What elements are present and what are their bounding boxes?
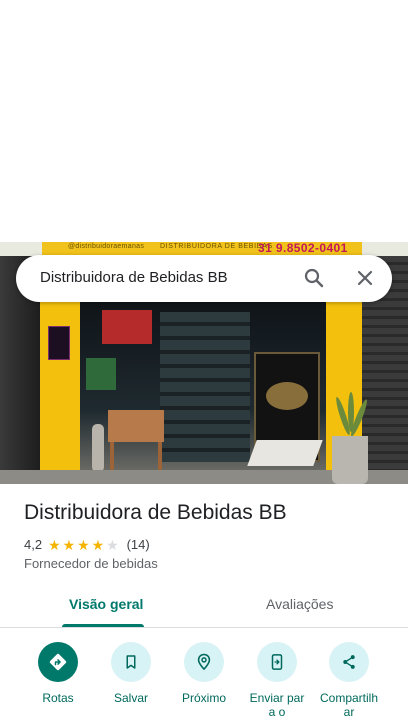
- photo-red-sign: [102, 310, 152, 344]
- star-icon: ★: [62, 536, 76, 553]
- photo-green-box: [86, 358, 116, 390]
- star-icon: ★: [77, 536, 90, 553]
- tab-bar: Visão geral Avaliações: [0, 586, 408, 628]
- search-icon[interactable]: [302, 266, 326, 290]
- star-icon: ★: [48, 536, 61, 553]
- active-tab-indicator: [62, 624, 144, 627]
- nearby-label: Próximo: [181, 691, 226, 705]
- photo-wooden-table: [108, 410, 164, 442]
- directions-label: Rotas: [42, 691, 74, 705]
- review-count: (14): [126, 537, 150, 552]
- tab-overview[interactable]: Visão geral: [69, 596, 143, 612]
- rating-value: 4,2: [24, 537, 43, 552]
- share-label: Compartilhar: [319, 691, 379, 719]
- photo-sign-center: DISTRIBUIDORA DE BEBIDAS: [160, 243, 273, 250]
- rating-row[interactable]: 4,2 ★ ★ ★ ★ ★ (14): [24, 536, 150, 553]
- directions-icon: [38, 642, 78, 682]
- nearby-icon: [184, 642, 224, 682]
- place-title: Distribuidora de Bebidas BB: [24, 501, 287, 524]
- photo-table-legs: [110, 442, 162, 472]
- directions-button[interactable]: Rotas: [21, 640, 95, 705]
- search-query[interactable]: Distribuidora de Bebidas BB: [40, 269, 228, 286]
- close-icon[interactable]: [353, 266, 377, 290]
- photo-sign-handle: @distribuidoraemanas: [68, 243, 145, 250]
- photo-poster: [48, 326, 70, 360]
- photo-sign-phone: 31 9.8502-0401: [258, 242, 348, 255]
- share-icon: [329, 642, 369, 682]
- action-row: Rotas Salvar Próximo Enviar para o Compa…: [0, 640, 408, 726]
- send-to-phone-label: Enviar para o: [249, 691, 305, 719]
- photo-plant: [330, 392, 370, 484]
- send-to-phone-button[interactable]: Enviar para o: [240, 640, 314, 719]
- bookmark-icon: [111, 642, 151, 682]
- photo-gas-tank: [92, 424, 104, 472]
- photo-shelf: [160, 312, 250, 462]
- place-category: Fornecedor de bebidas: [24, 556, 158, 571]
- map-area-blank: [0, 0, 408, 242]
- search-bar[interactable]: Distribuidora de Bebidas BB: [16, 255, 392, 302]
- tab-reviews[interactable]: Avaliações: [266, 596, 333, 612]
- star-empty-icon: ★: [106, 536, 119, 553]
- send-to-phone-icon: [257, 642, 297, 682]
- save-button[interactable]: Salvar: [94, 640, 168, 705]
- nearby-button[interactable]: Próximo: [167, 640, 241, 705]
- photo-banner-logo: [266, 382, 308, 410]
- rating-stars: ★ ★ ★ ★ ★: [48, 538, 121, 552]
- share-button[interactable]: Compartilhar: [312, 640, 386, 719]
- photo-white-table: [247, 440, 323, 466]
- save-label: Salvar: [113, 691, 148, 705]
- star-icon: ★: [91, 536, 105, 553]
